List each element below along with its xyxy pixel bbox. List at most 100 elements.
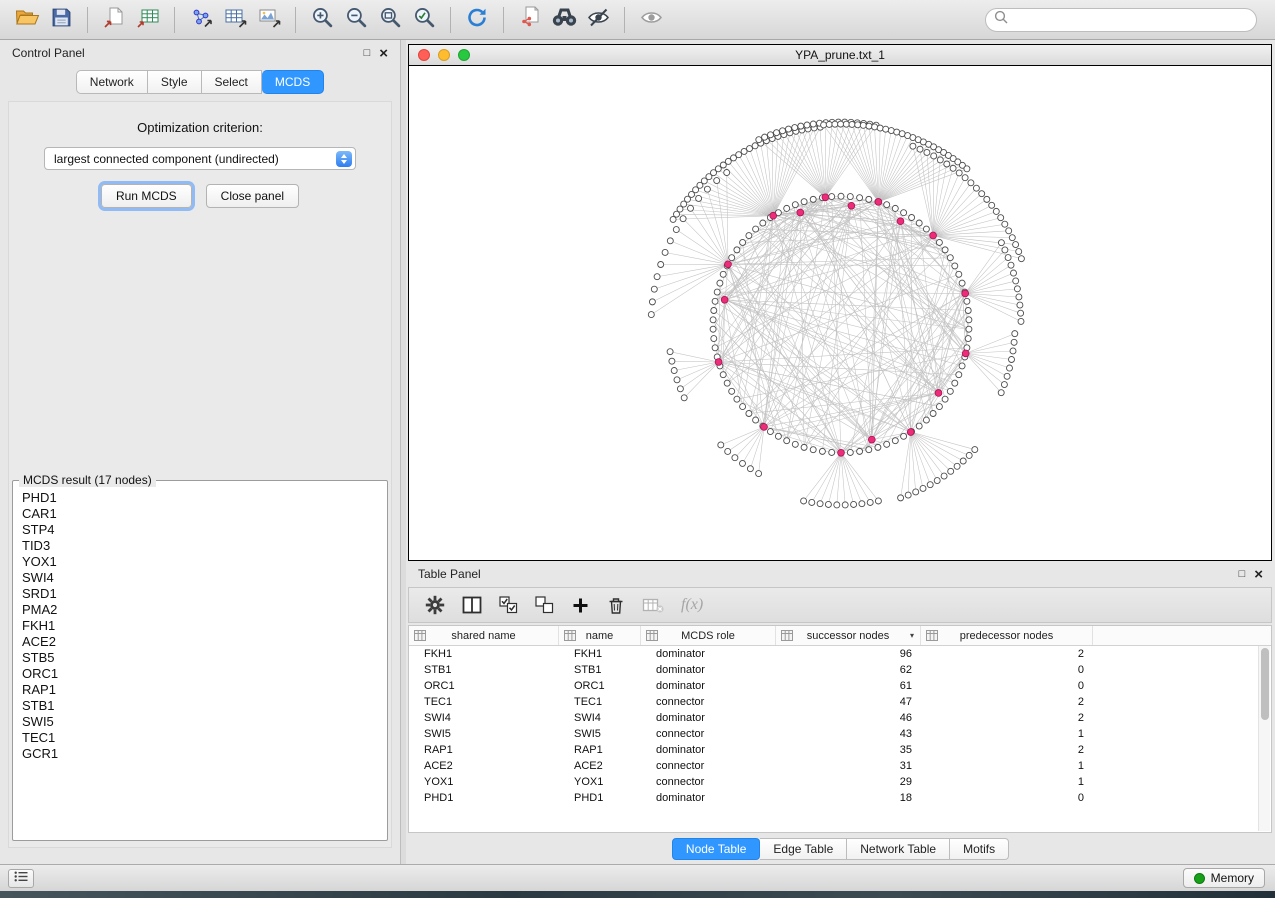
mcds-result-item[interactable]: FKH1 [22,618,387,634]
table-scrollbar-thumb[interactable] [1261,648,1269,720]
zoom-selected-icon [413,6,436,34]
mcds-result-item[interactable]: STB5 [22,650,387,666]
network-canvas[interactable] [409,66,1271,560]
zoom-in-button[interactable] [305,4,339,36]
binoculars-search-button[interactable] [547,4,581,36]
deselect-all-rows-button[interactable] [535,593,554,617]
export-network-button[interactable] [184,4,218,36]
table-row[interactable]: SWI5SWI5connector431 [409,726,1271,742]
mcds-result-item[interactable]: PHD1 [22,490,387,506]
table-row[interactable]: SWI4SWI4dominator462 [409,710,1271,726]
cell-shared-name: ACE2 [409,760,559,772]
table-row[interactable]: ACE2ACE2connector311 [409,758,1271,774]
show-columns-button[interactable] [462,593,482,617]
table-scrollbar[interactable] [1258,646,1270,831]
float-panel-icon[interactable]: □ [364,48,371,59]
cell-name: FKH1 [559,648,641,660]
mcds-result-item[interactable]: CAR1 [22,506,387,522]
table-row[interactable]: PHD1PHD1dominator180 [409,790,1271,806]
refresh-button[interactable] [460,4,494,36]
column-header-label: successor nodes [793,630,904,642]
column-header-predecessor-nodes[interactable]: predecessor nodes [921,626,1093,645]
mcds-result-item[interactable]: PMA2 [22,602,387,618]
memory-button[interactable]: Memory [1183,868,1265,888]
column-header-MCDS-role[interactable]: MCDS role [641,626,776,645]
float-table-panel-icon[interactable]: □ [1239,569,1246,580]
table-row[interactable]: TEC1TEC1connector472 [409,694,1271,710]
mcds-result-item[interactable]: YOX1 [22,554,387,570]
tab-node-table[interactable]: Node Table [672,838,761,860]
cell-shared-name: SWI4 [409,712,559,724]
mcds-result-item[interactable]: TID3 [22,538,387,554]
zoom-selected-button[interactable] [407,4,441,36]
table-row[interactable]: STB1STB1dominator620 [409,662,1271,678]
table-settings-button[interactable] [425,593,445,617]
window-maximize-icon[interactable] [458,49,470,61]
cell-shared-name: ORC1 [409,680,559,692]
tab-style[interactable]: Style [148,70,202,94]
run-mcds-button[interactable]: Run MCDS [101,184,192,208]
cell-MCDS-role: dominator [641,792,776,804]
clear-table-button[interactable] [642,593,664,617]
add-column-button[interactable] [571,593,590,617]
function-builder-button[interactable]: f(x) [681,593,703,617]
table-row[interactable]: FKH1FKH1dominator962 [409,646,1271,662]
table-row[interactable]: YOX1YOX1connector291 [409,774,1271,790]
export-table-button[interactable] [218,4,252,36]
delete-column-button[interactable] [607,593,625,617]
zoom-fit-button[interactable] [373,4,407,36]
mcds-result-item[interactable]: ACE2 [22,634,387,650]
mcds-result-item[interactable]: SRD1 [22,586,387,602]
show-panels-button[interactable] [8,869,34,888]
mcds-result-item[interactable]: GCR1 [22,746,387,762]
cell-successor-nodes: 35 [776,744,921,756]
network-view-titlebar[interactable]: YPA_prune.txt_1 [409,45,1271,66]
tab-mcds[interactable]: MCDS [262,70,324,94]
import-network-button[interactable] [97,4,131,36]
hide-graphics-details-button[interactable] [581,4,615,36]
tab-network[interactable]: Network [76,70,148,94]
column-header-successor-nodes[interactable]: successor nodes ▾ [776,626,921,645]
close-panel-button[interactable]: Close panel [206,184,299,208]
export-image-icon [258,7,281,33]
close-panel-icon[interactable]: × [379,46,388,61]
mcds-result-item[interactable]: SWI4 [22,570,387,586]
column-header-label: name [572,630,628,642]
table-row[interactable]: RAP1RAP1dominator352 [409,742,1271,758]
toolbar-separator [503,7,504,33]
mcds-result-item[interactable]: TEC1 [22,730,387,746]
tab-edge-table[interactable]: Edge Table [760,838,847,860]
open-session-icon [15,7,40,32]
search-box[interactable] [985,8,1257,32]
column-header-name[interactable]: name [559,626,641,645]
sort-indicator-icon: ▾ [910,631,914,640]
table-panel: Table Panel □ × f(x) [406,561,1275,864]
column-type-icon [564,630,576,644]
mcds-result-item[interactable]: ORC1 [22,666,387,682]
column-header-shared-name[interactable]: shared name [409,626,559,645]
mcds-result-item[interactable]: STB1 [22,698,387,714]
show-graphics-details-button[interactable] [634,4,668,36]
import-table-button[interactable] [131,4,165,36]
mcds-result-item[interactable]: RAP1 [22,682,387,698]
copy-network-button[interactable] [513,4,547,36]
mcds-result-item[interactable]: SWI5 [22,714,387,730]
close-table-panel-icon[interactable]: × [1254,567,1263,582]
tab-select[interactable]: Select [202,70,262,94]
tab-motifs[interactable]: Motifs [950,838,1009,860]
mcds-result-item[interactable]: STP4 [22,522,387,538]
cell-predecessor-nodes: 0 [921,680,1093,692]
select-all-rows-button[interactable] [499,593,518,617]
table-row[interactable]: ORC1ORC1dominator610 [409,678,1271,694]
network-view-title: YPA_prune.txt_1 [409,48,1271,62]
open-session-button[interactable] [10,4,44,36]
save-session-button[interactable] [44,4,78,36]
control-panel-header: Control Panel □ × [0,40,400,66]
window-minimize-icon[interactable] [438,49,450,61]
window-close-icon[interactable] [418,49,430,61]
search-input[interactable] [1013,13,1248,27]
optimization-criterion-select[interactable]: largest connected component (undirected) [44,147,356,170]
tab-network-table[interactable]: Network Table [847,838,950,860]
export-image-button[interactable] [252,4,286,36]
zoom-out-button[interactable] [339,4,373,36]
